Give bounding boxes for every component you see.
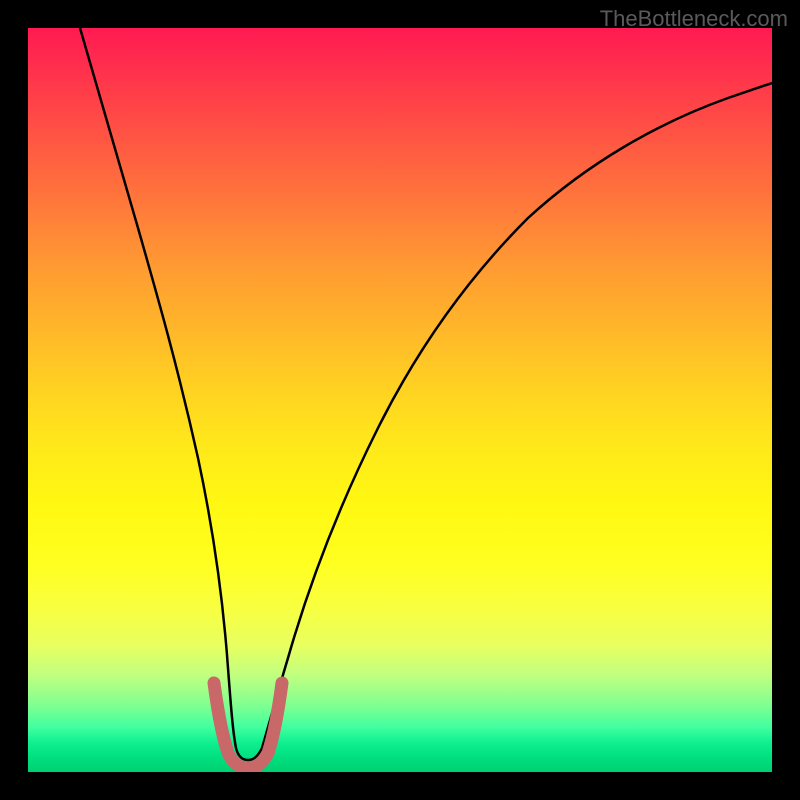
bottom-highlight-path: [214, 683, 282, 768]
watermark-text: TheBottleneck.com: [600, 6, 788, 32]
main-curve-path: [80, 28, 772, 760]
plot-background: [28, 28, 772, 772]
chart-svg: [28, 28, 772, 772]
